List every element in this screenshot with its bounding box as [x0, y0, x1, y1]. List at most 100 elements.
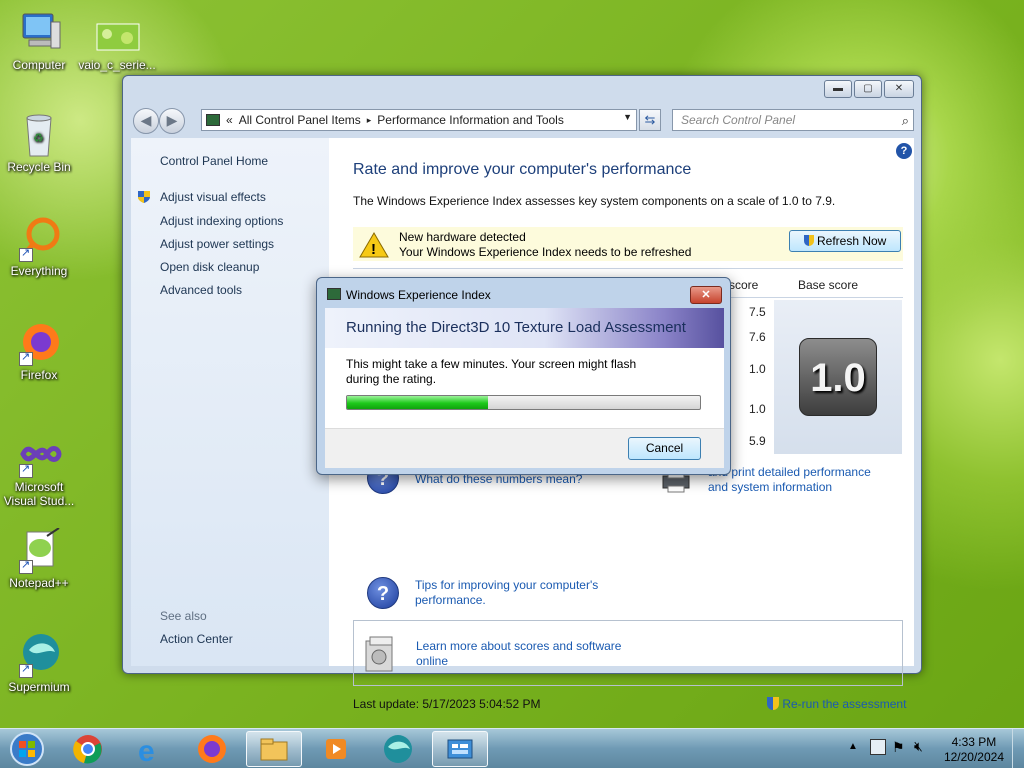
address-bar[interactable]: « All Control Panel Items ▸ Performance …: [201, 109, 637, 131]
action-center-flag-icon[interactable]: ⚑: [892, 739, 905, 756]
taskbar-supermium-icon[interactable]: [370, 731, 426, 767]
print-detailed-info-link[interactable]: and print detailed performance and syste…: [708, 465, 871, 495]
page-title: Rate and improve your computer's perform…: [353, 161, 692, 178]
desktop-icon-label: Recycle Bin: [7, 160, 71, 174]
learn-more-box: Learn more about scores and software onl…: [353, 620, 903, 686]
subscore-value: 1.0: [749, 362, 766, 376]
back-button[interactable]: ◀: [133, 108, 159, 134]
minimize-button[interactable]: ▬: [824, 80, 852, 98]
action-center-link[interactable]: Action Center: [160, 632, 233, 646]
dialog-heading: Running the Direct3D 10 Texture Load Ass…: [346, 319, 686, 336]
control-panel-icon: [206, 114, 220, 126]
desktop-icon-firefox[interactable]: Firefox: [0, 320, 78, 382]
search-icon[interactable]: ⌕: [902, 111, 909, 131]
desktop-icon-recycle-bin[interactable]: ♻ Recycle Bin: [0, 112, 78, 174]
open-disk-cleanup-link[interactable]: Open disk cleanup: [160, 260, 259, 274]
close-button[interactable]: ✕: [884, 80, 914, 98]
everything-icon: [15, 216, 63, 262]
breadcrumb-all-control-panel-items[interactable]: All Control Panel Items: [239, 113, 361, 127]
adjust-power-settings-link[interactable]: Adjust power settings: [160, 237, 274, 251]
svg-text:!: !: [371, 241, 376, 258]
desktop-icon-computer[interactable]: Computer: [0, 10, 78, 72]
desktop-icon-vaio[interactable]: vaio_c_serie...: [78, 10, 156, 72]
notice-line1: New hardware detected: [399, 230, 526, 244]
desktop-icon-visual-studio[interactable]: Microsoft Visual Stud...: [0, 432, 78, 508]
dialog-message-line1: This might take a few minutes. Your scre…: [346, 357, 637, 371]
shortcut-arrow-icon: [19, 558, 33, 574]
search-input[interactable]: Search Control Panel ⌕: [672, 109, 914, 131]
page-description: The Windows Experience Index assesses ke…: [353, 194, 836, 208]
last-update-text: Last update: 5/17/2023 5:04:52 PM: [353, 697, 541, 711]
clock-time: 4:33 PM: [951, 735, 997, 749]
shield-icon: [137, 190, 151, 204]
rerun-label: Re-run the assessment: [782, 697, 907, 711]
taskbar-explorer-icon[interactable]: [246, 731, 302, 767]
adjust-visual-effects-link[interactable]: Adjust visual effects: [160, 190, 266, 204]
volume-muted-icon[interactable]: 🔇︎: [914, 738, 923, 755]
notepad-plus-plus-icon: [15, 527, 63, 574]
tips-link-line2: performance.: [415, 593, 486, 607]
maximize-button[interactable]: ▢: [854, 80, 882, 98]
advanced-tools-link[interactable]: Advanced tools: [160, 283, 242, 297]
address-dropdown-icon[interactable]: ▼: [623, 112, 632, 122]
see-also-label: See also: [160, 609, 207, 623]
refresh-icon[interactable]: ⇆: [639, 109, 661, 131]
network-icon[interactable]: [870, 739, 886, 755]
learn-link-line2: online: [416, 654, 449, 668]
tips-improving-performance-link[interactable]: Tips for improving your computer's perfo…: [415, 578, 598, 608]
computer-icon: [15, 10, 63, 56]
firefox-icon: [15, 320, 63, 366]
taskbar-media-player-icon[interactable]: [308, 731, 364, 767]
desktop-icon-notepad-plus-plus[interactable]: Notepad++: [0, 527, 78, 590]
tray-expand-icon[interactable]: ▲: [848, 741, 858, 752]
image-file-icon: [93, 10, 141, 56]
caption-buttons: ▬ ▢ ✕: [824, 80, 914, 98]
address-chevrons[interactable]: «: [226, 113, 233, 127]
left-navigation-pane: Control Panel Home Adjust visual effects…: [131, 138, 329, 666]
rerun-assessment-link[interactable]: Re-run the assessment: [767, 697, 906, 712]
taskbar-control-panel-icon[interactable]: [432, 731, 488, 767]
taskbar-chrome-icon[interactable]: [60, 731, 116, 767]
subscore-value: 5.9: [749, 434, 766, 448]
clock[interactable]: 4:33 PM 12/20/2024: [944, 735, 1004, 765]
subscore-value: 7.6: [749, 330, 766, 344]
base-score-header: Base score: [798, 278, 859, 292]
forward-button[interactable]: ▶: [159, 108, 185, 134]
dialog-title: Windows Experience Index: [346, 288, 491, 302]
visual-studio-icon: [15, 432, 63, 478]
shortcut-arrow-icon: [19, 350, 33, 366]
search-placeholder: Search Control Panel: [681, 113, 796, 127]
dialog-close-button[interactable]: ✕: [690, 286, 722, 304]
breadcrumb-performance[interactable]: Performance Information and Tools: [377, 113, 564, 127]
shortcut-arrow-icon: [19, 246, 33, 262]
print-link-line2: and system information: [708, 480, 833, 494]
subscore-header: score: [729, 278, 759, 292]
taskbar-internet-explorer-icon[interactable]: e: [122, 731, 178, 768]
svg-text:♻: ♻: [33, 131, 44, 145]
learn-more-scores-link[interactable]: Learn more about scores and software onl…: [416, 639, 621, 669]
taskbar-firefox-icon[interactable]: [184, 731, 240, 767]
control-panel-home-link[interactable]: Control Panel Home: [160, 154, 268, 168]
clock-date: 12/20/2024: [943, 750, 1004, 764]
svg-text:e: e: [138, 735, 155, 767]
shortcut-arrow-icon: [19, 462, 33, 478]
supermium-icon: [15, 632, 63, 678]
adjust-indexing-options-link[interactable]: Adjust indexing options: [160, 214, 283, 228]
desktop-icon-supermium[interactable]: Supermium: [0, 632, 78, 694]
desktop-icon-label: vaio_c_serie...: [78, 58, 156, 72]
base-score-panel: 1.0: [774, 300, 902, 454]
show-desktop-button[interactable]: [1012, 729, 1024, 768]
software-box-icon: [364, 635, 396, 676]
experience-index-dialog: Windows Experience Index ✕ Running the D…: [316, 277, 731, 475]
refresh-now-button[interactable]: Refresh Now: [789, 230, 901, 252]
help-icon[interactable]: ?: [896, 143, 912, 159]
breadcrumb-separator-icon[interactable]: ▸: [367, 115, 372, 126]
recycle-bin-icon: ♻: [15, 112, 63, 158]
taskbar: e ▲ ⚑ 🔇︎ 4:33 PM 12/20/2024: [0, 728, 1024, 768]
tips-link-line1: Tips for improving your computer's: [415, 578, 599, 592]
cancel-button[interactable]: Cancel: [628, 437, 701, 460]
desktop-icon-everything[interactable]: Everything: [0, 216, 78, 278]
start-button[interactable]: [2, 731, 52, 767]
system-tray: ▲ ⚑ 🔇︎ 4:33 PM 12/20/2024: [834, 729, 1024, 768]
desktop-icon-label: Computer: [12, 58, 66, 72]
